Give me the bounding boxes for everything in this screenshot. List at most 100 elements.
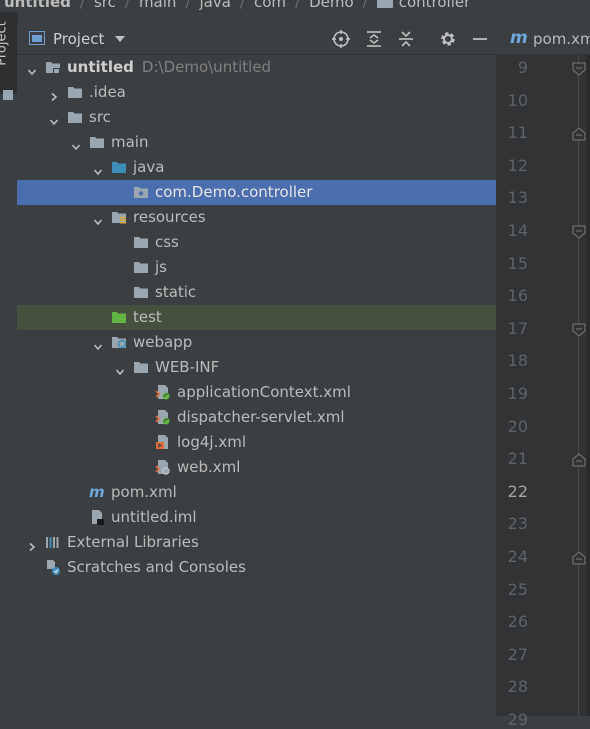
breadcrumb-separator: / [124,0,130,11]
chevron-down-icon[interactable] [49,113,59,126]
tree-row-webapp[interactable]: webapp [17,330,496,355]
breadcrumb-item[interactable]: untitled [4,0,71,11]
chevron-down-icon[interactable] [93,163,103,176]
folder-icon [133,359,149,375]
tree-item-label: WEB-INF [155,358,219,376]
expand-all-icon[interactable] [364,29,384,49]
svg-text:m: m [89,484,105,500]
breadcrumb-item[interactable]: main [139,0,176,11]
tree-item-label: pom.xml [111,483,177,501]
tree-row-applicationcontext-xml[interactable]: applicationContext.xml [17,380,496,405]
test-folder-icon [111,309,127,325]
tree-item-label: com.Demo.controller [155,183,312,201]
breadcrumb-item[interactable]: controller [399,0,471,11]
breadcrumb-item[interactable]: src [94,0,116,11]
line-number: 23 [507,514,528,534]
chevron-down-icon[interactable] [115,36,125,42]
tree-item-label: css [155,233,179,251]
tree-item-label: web.xml [177,458,240,476]
tree-row-untitled-iml[interactable]: untitled.iml [17,505,496,530]
code-area[interactable] [586,55,590,716]
project-view-selector[interactable]: Project [53,30,104,48]
tree-row-scratches-and-consoles[interactable]: Scratches and Consoles [17,555,496,580]
fold-marker-icon[interactable] [572,61,586,76]
line-number: 18 [507,351,528,371]
line-number: 22 [507,481,528,501]
line-number: 21 [507,449,528,469]
libraries-icon [45,534,61,550]
chevron-down-icon[interactable] [115,363,125,376]
tree-row-pom-xml[interactable]: m pom.xml [17,480,496,505]
folder-icon [133,259,149,275]
tree-row-untitled[interactable]: untitled D:\Demo\untitled [17,55,496,80]
chevron-right-icon[interactable] [27,538,37,552]
tree-row-src[interactable]: src [17,105,496,130]
gear-icon[interactable] [438,29,458,49]
structure-tab-icon[interactable] [3,90,13,100]
minimize-icon[interactable] [470,29,490,49]
line-number: 17 [507,318,528,338]
project-tool-window-tab[interactable]: Project [0,12,17,100]
folder-icon [133,234,149,250]
tree-item-text: com.Demo.controller [155,183,313,201]
source-folder-icon [111,159,127,175]
fold-marker-icon[interactable] [572,452,586,467]
line-number: 24 [507,547,528,566]
tree-row-com-demo-controller[interactable]: com.Demo.controller [17,180,496,205]
project-view-icon [29,31,45,45]
tree-row-js[interactable]: js [17,255,496,280]
tree-item-label: untitled D:\Demo\untitled [67,58,271,76]
tree-item-text: External Libraries [67,533,199,551]
breadcrumb-item[interactable]: Demo [309,0,354,11]
editor-tab-pom[interactable]: pom.xml [533,30,590,48]
tree-row-main[interactable]: main [17,130,496,155]
tree-item-label: java [133,158,164,176]
chevron-down-icon[interactable] [71,138,81,151]
breadcrumb-items: untitled / src / main / java / com / Demo / controll… [4,0,470,11]
breadcrumb-separator: / [362,0,368,11]
line-number: 14 [507,221,528,240]
tree-row-external-libraries[interactable]: External Libraries [17,530,496,555]
folder-icon [133,284,149,300]
web-folder-icon [111,334,127,350]
xml-file-icon [155,434,171,450]
tree-item-text: .idea [89,83,126,101]
tree-row-log4j-xml[interactable]: log4j.xml [17,430,496,455]
line-number: 13 [507,188,528,208]
tree-row-idea[interactable]: .idea [17,80,496,105]
tree-row-web-inf[interactable]: WEB-INF [17,355,496,380]
chevron-right-icon[interactable] [49,88,59,102]
tree-item-label: Scratches and Consoles [67,558,246,576]
tree-item-label: src [89,108,111,126]
fold-guide-line [578,55,579,716]
breadcrumb-item[interactable]: java [199,0,230,11]
tree-item-label: resources [133,208,206,226]
fold-marker-icon[interactable] [572,126,586,141]
breadcrumb-separator: / [185,0,191,11]
tree-item-text: Scratches and Consoles [67,558,246,576]
line-number: 20 [507,416,528,436]
locate-icon[interactable] [331,29,351,49]
tree-item-text: test [133,308,162,326]
fold-marker-icon[interactable] [572,322,586,337]
chevron-down-icon[interactable] [27,63,37,76]
fold-marker-icon[interactable] [572,550,586,565]
fold-marker-icon[interactable] [572,224,586,239]
maven-icon: m [510,28,528,48]
tree-row-test[interactable]: test [17,305,496,330]
line-number: 15 [507,253,528,273]
tree-row-web-xml[interactable]: web.xml [17,455,496,480]
tree-row-css[interactable]: css [17,230,496,255]
tree-item-text: webapp [133,333,193,351]
breadcrumb-item[interactable]: com [254,0,286,11]
tree-item-text: log4j.xml [177,433,247,451]
tree-row-dispatcher-servlet-xml[interactable]: dispatcher-servlet.xml [17,405,496,430]
tree-row-resources[interactable]: resources [17,205,496,230]
tree-row-java[interactable]: java [17,155,496,180]
chevron-down-icon[interactable] [93,338,103,351]
chevron-down-icon[interactable] [93,213,103,226]
tree-row-static[interactable]: static [17,280,496,305]
collapse-all-icon[interactable] [396,29,416,49]
line-number-gutter: 9 10 11 12 13 14 15 16 17 18 19 20 21 22 23 24 25 26 27 28 2… [496,55,590,729]
package-icon [133,184,149,200]
